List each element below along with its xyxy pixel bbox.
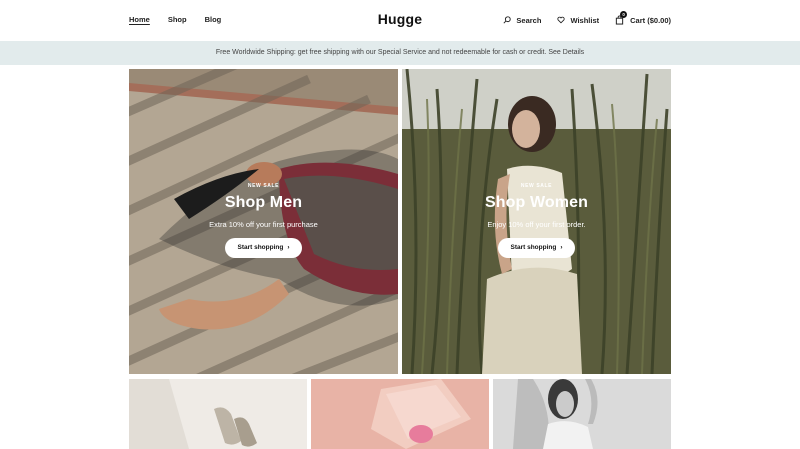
category-tile-portrait[interactable] <box>493 379 671 449</box>
cart-count-badge: 0 <box>620 11 628 18</box>
chevron-right-icon: › <box>560 244 563 251</box>
site-header: Home Shop Blog Hugge Search Wishlist 0 C… <box>0 0 800 41</box>
shop-women-button-label: Start shopping <box>510 244 557 251</box>
announcement-bar[interactable]: Free Worldwide Shipping: get free shippi… <box>0 41 800 65</box>
site-logo[interactable]: Hugge <box>0 11 800 27</box>
hero-men-overlay: NEW SALE Shop Men Extra 10% off your fir… <box>129 183 398 258</box>
chevron-right-icon: › <box>287 244 290 251</box>
shop-men-button[interactable]: Start shopping › <box>225 238 302 258</box>
shoes-photo <box>129 379 307 449</box>
portrait-photo <box>493 379 671 449</box>
hero-women-overlay: NEW SALE Shop Women Enjoy 10% off your f… <box>402 183 671 258</box>
wishlist-label: Wishlist <box>570 15 600 25</box>
hero-men-title: Shop Men <box>224 194 303 211</box>
hero-panel-women[interactable]: NEW SALE Shop Women Enjoy 10% off your f… <box>402 69 671 374</box>
search-button[interactable]: Search <box>503 16 541 25</box>
cart-label: Cart ($0.00) <box>630 15 671 25</box>
wishlist-button[interactable]: Wishlist <box>557 16 599 25</box>
hero-women-title: Shop Women <box>485 194 588 211</box>
bag-photo <box>311 379 489 449</box>
shop-men-button-label: Start shopping <box>237 244 284 251</box>
category-tile-accessories[interactable] <box>311 379 489 449</box>
heart-icon <box>557 16 566 24</box>
category-tile-shoes[interactable] <box>129 379 307 449</box>
bag-icon: 0 <box>615 11 628 25</box>
cart-button[interactable]: 0 Cart ($0.00) <box>615 11 671 25</box>
header-tools: Search Wishlist 0 Cart ($0.00) <box>503 11 671 25</box>
hero-men-eyebrow: NEW SALE <box>247 183 280 189</box>
hero-women-eyebrow: NEW SALE <box>520 183 553 189</box>
hero-women-subtitle: Enjoy 10% off your first order. <box>487 220 586 229</box>
hero-men-subtitle: Extra 10% off your first purchase <box>209 220 318 229</box>
search-label: Search <box>516 15 542 25</box>
search-icon <box>503 16 512 24</box>
shop-women-button[interactable]: Start shopping › <box>498 238 575 258</box>
hero-panel-men[interactable]: NEW SALE Shop Men Extra 10% off your fir… <box>129 69 398 374</box>
